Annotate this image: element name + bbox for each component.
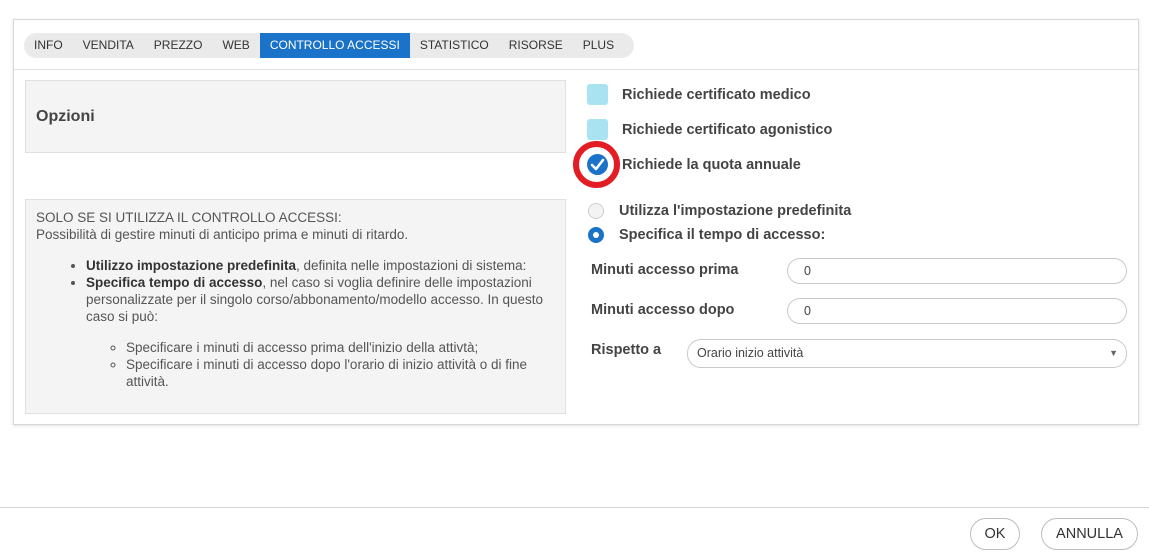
help-sub-before: Specificare i minuti di accesso prima de… (126, 339, 555, 356)
default-setting-label: Utilizza l'impostazione predefinita (619, 203, 852, 219)
default-setting-radio[interactable] (588, 203, 604, 219)
annual-fee-row[interactable]: Richiede la quota annuale (573, 141, 801, 188)
tab-plus[interactable]: PLUS (573, 33, 624, 58)
custom-time-label: Specifica il tempo di accesso: (619, 227, 826, 243)
settings-panel: INFO VENDITA PREZZO WEB CONTROLLO ACCESS… (13, 19, 1139, 425)
medical-certificate-row[interactable]: Richiede certificato medico (587, 84, 811, 105)
tab-divider (14, 69, 1138, 70)
annual-fee-checkbox[interactable] (573, 141, 620, 188)
annual-fee-label: Richiede la quota annuale (622, 156, 801, 173)
tab-risorse[interactable]: RISORSE (499, 33, 573, 58)
help-bullet-default-bold: Utilizzo impostazione predefinita (86, 258, 297, 273)
options-box: Opzioni (25, 80, 566, 153)
respect-to-value: Orario inizio attività (697, 346, 804, 360)
tab-info[interactable]: INFO (24, 33, 73, 58)
help-line-1: SOLO SE SI UTILIZZA IL CONTROLLO ACCESSI… (36, 210, 342, 225)
tab-statistico[interactable]: STATISTICO (410, 33, 499, 58)
agonistic-certificate-checkbox[interactable] (587, 119, 608, 140)
medical-certificate-label: Richiede certificato medico (622, 86, 811, 103)
help-bullet-custom: Specifica tempo di accesso, nel caso si … (86, 274, 555, 390)
respect-to-label: Rispetto a (591, 342, 662, 358)
cancel-button[interactable]: ANNULLA (1041, 518, 1138, 550)
help-sublist: Specificare i minuti di accesso prima de… (86, 339, 555, 390)
minutes-after-label: Minuti accesso dopo (591, 302, 735, 318)
minutes-before-label: Minuti accesso prima (591, 262, 739, 278)
default-setting-row[interactable]: Utilizza l'impostazione predefinita (588, 203, 851, 219)
respect-to-select[interactable]: Orario inizio attività ▼ (687, 339, 1127, 368)
tab-vendita[interactable]: VENDITA (73, 33, 144, 58)
checkmark-icon (590, 158, 605, 171)
dropdown-arrow-icon: ▼ (1109, 348, 1118, 358)
help-bullet-custom-bold: Specifica tempo di accesso (86, 275, 263, 290)
ok-button[interactable]: OK (970, 518, 1020, 550)
agonistic-certificate-label: Richiede certificato agonistico (622, 121, 833, 138)
help-bullet-default-text: , definita nelle impostazioni di sistema… (296, 258, 527, 273)
tab-web[interactable]: WEB (212, 33, 259, 58)
help-sub-after: Specificare i minuti di accesso dopo l'o… (126, 356, 555, 390)
agonistic-certificate-row[interactable]: Richiede certificato agonistico (587, 119, 832, 140)
help-box: SOLO SE SI UTILIZZA IL CONTROLLO ACCESSI… (25, 199, 566, 414)
help-bullet-default: Utilizzo impostazione predefinita, defin… (86, 257, 555, 274)
minutes-after-input[interactable]: 0 (787, 298, 1127, 324)
help-list: Utilizzo impostazione predefinita, defin… (36, 257, 555, 390)
tab-bar: INFO VENDITA PREZZO WEB CONTROLLO ACCESS… (24, 33, 635, 58)
options-title: Opzioni (36, 108, 95, 125)
custom-time-row[interactable]: Specifica il tempo di accesso: (588, 227, 825, 243)
custom-time-radio[interactable] (588, 227, 604, 243)
medical-certificate-checkbox[interactable] (587, 84, 608, 105)
help-line-2: Possibilità di gestire minuti di anticip… (36, 227, 409, 242)
minutes-before-input[interactable]: 0 (787, 258, 1127, 284)
footer-divider (0, 507, 1149, 508)
tab-prezzo[interactable]: PREZZO (144, 33, 213, 58)
tab-controllo-accessi[interactable]: CONTROLLO ACCESSI (259, 33, 410, 58)
